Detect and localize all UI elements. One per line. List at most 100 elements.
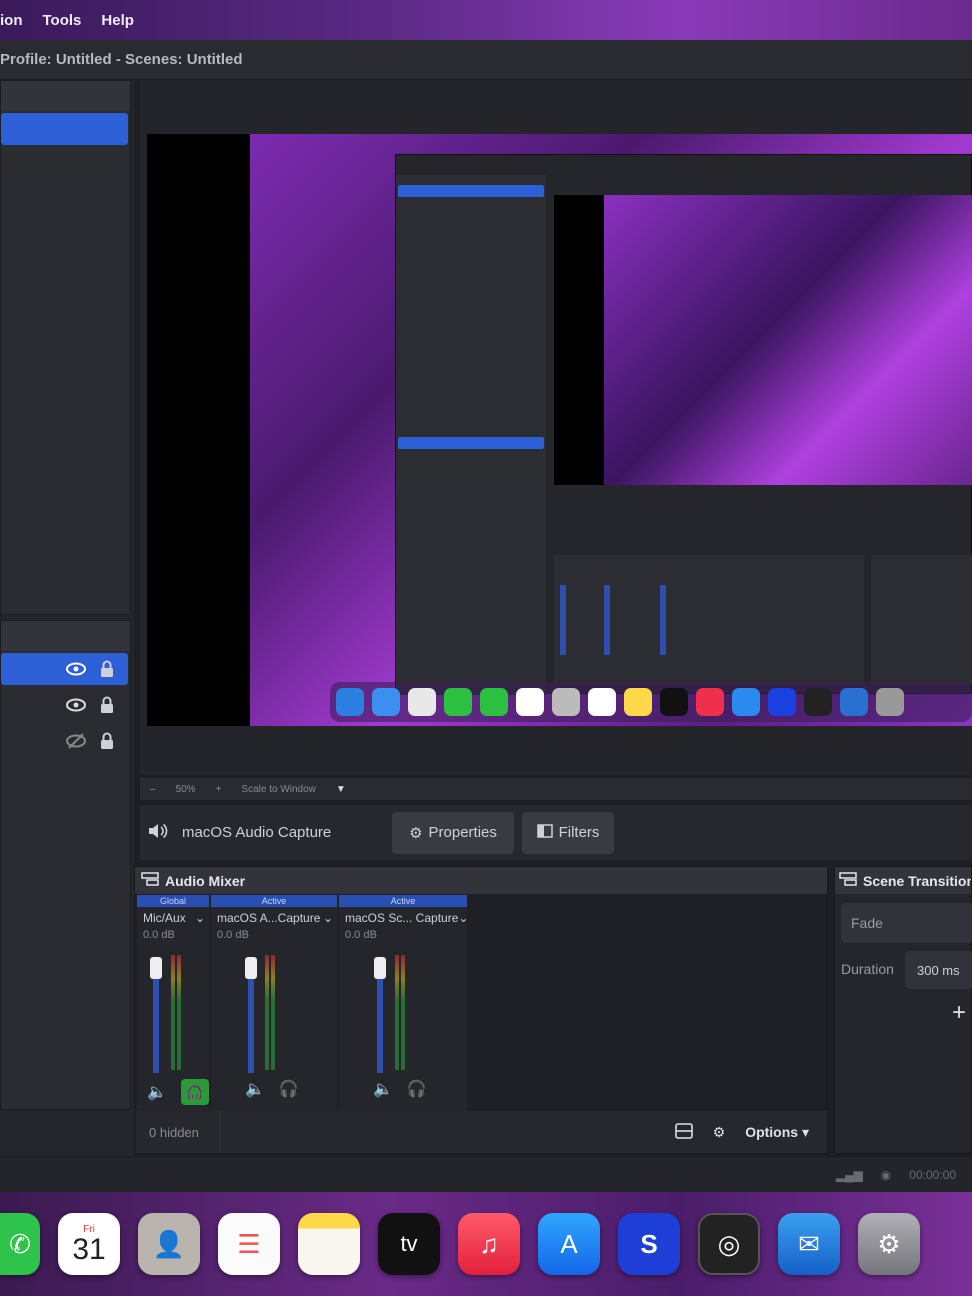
lock-icon[interactable] xyxy=(100,696,114,714)
lock-icon[interactable] xyxy=(100,732,114,750)
eye-icon[interactable] xyxy=(66,662,86,676)
channel-db: 0.0 dB xyxy=(217,929,249,941)
speaker-icon xyxy=(148,823,168,843)
channel-name[interactable]: Mic/Aux ⌄ xyxy=(137,907,209,925)
menu-item-partial[interactable]: ion xyxy=(0,12,23,29)
menu-item-help[interactable]: Help xyxy=(101,12,134,29)
settings-icon[interactable]: ⚙ xyxy=(858,1213,920,1275)
layout-toggle-icon[interactable] xyxy=(674,1122,693,1142)
macos-dock: ✆ Fri 31 👤 ☰ tv ♫ A S ◎ ✉ ⚙ xyxy=(0,1192,972,1296)
source-row[interactable] xyxy=(1,725,128,757)
gear-icon: ⚙ xyxy=(409,824,423,842)
chevron-down-icon[interactable]: ⌄ xyxy=(323,911,333,925)
volume-meter xyxy=(401,955,405,1070)
eye-hidden-icon[interactable] xyxy=(66,733,86,749)
mixer-dock-icon xyxy=(141,872,159,889)
chevron-down-icon[interactable]: ⌄ xyxy=(458,911,468,925)
channel-name[interactable]: macOS A...Capture ⌄ xyxy=(211,907,337,925)
add-transition-button[interactable]: + xyxy=(945,999,972,1027)
preview-screen-capture[interactable] xyxy=(250,134,972,726)
transition-select[interactable]: Fade xyxy=(841,903,972,943)
window-title: Profile: Untitled - Scenes: Untitled xyxy=(0,51,243,68)
notes-icon[interactable] xyxy=(298,1213,360,1275)
channel-status: Active xyxy=(211,895,337,907)
chevron-down-icon[interactable]: ⌄ xyxy=(195,911,205,925)
appstore-icon[interactable]: A xyxy=(538,1213,600,1275)
context-source-name: macOS Audio Capture xyxy=(182,824,332,841)
zoom-in-button[interactable]: + xyxy=(216,784,222,795)
audio-mixer-header: Audio Mixer xyxy=(135,867,827,894)
channel-status: Global xyxy=(137,895,209,907)
status-time: 00:00:00 xyxy=(909,1167,956,1182)
nested-scene-transitions xyxy=(871,555,972,685)
source-row-selected[interactable] xyxy=(1,653,128,685)
headphones-off-icon[interactable]: 🎧 xyxy=(407,1079,427,1099)
phone-icon[interactable]: ✆ xyxy=(0,1213,40,1275)
nested-obs-window xyxy=(395,154,972,695)
nested-scenes-sources xyxy=(396,175,546,695)
options-button[interactable]: Options ▾ xyxy=(745,1124,809,1141)
lock-icon[interactable] xyxy=(100,660,114,678)
filters-icon xyxy=(536,823,553,842)
scene-transitions-title: Scene Transition xyxy=(863,872,971,889)
calendar-icon[interactable]: Fri 31 xyxy=(58,1213,120,1275)
channel-db: 0.0 dB xyxy=(345,929,377,941)
advanced-audio-icon[interactable]: ⚙ xyxy=(713,1124,726,1141)
volume-meter xyxy=(395,955,399,1070)
scene-transitions-panel: Scene Transition Fade Duration 300 ms + xyxy=(834,866,972,1154)
scene-item-selected[interactable] xyxy=(1,113,128,145)
source-row[interactable] xyxy=(1,689,128,721)
reminders-icon[interactable]: ☰ xyxy=(218,1213,280,1275)
filters-label: Filters xyxy=(558,824,600,841)
volume-fader-handle[interactable] xyxy=(150,957,162,979)
channel-db: 0.0 dB xyxy=(143,929,175,941)
audio-mixer-panel: Audio Mixer Global Mic/Aux ⌄ 0.0 dB Activ… xyxy=(134,866,828,1154)
duration-input[interactable]: 300 ms xyxy=(905,951,972,989)
recording-icon: ◉ xyxy=(880,1167,892,1182)
filters-button[interactable]: Filters xyxy=(522,811,614,854)
properties-label: Properties xyxy=(428,824,497,841)
outlook-icon[interactable]: ✉ xyxy=(778,1213,840,1275)
menu-item-tools[interactable]: Tools xyxy=(43,12,82,29)
volume-meter xyxy=(271,955,275,1070)
contacts-icon[interactable]: 👤 xyxy=(138,1213,200,1275)
speaker-icon[interactable]: 🔈 xyxy=(245,1079,265,1099)
appletv-icon[interactable]: tv xyxy=(378,1213,440,1275)
sources-panel xyxy=(0,620,131,1110)
speaker-icon[interactable]: 🔈 xyxy=(373,1079,393,1099)
nested-preview xyxy=(554,195,972,485)
obs-icon[interactable]: ◎ xyxy=(698,1213,760,1275)
source-context-bar: macOS Audio Capture ⚙ Properties Filters xyxy=(140,805,972,860)
speaker-icon[interactable]: 🔈 xyxy=(147,1082,167,1102)
signal-icon: ▂▄▆ xyxy=(835,1167,863,1182)
channel-status: Active xyxy=(339,895,467,907)
preview-zoom-bar: – 50% + Scale to Window ▼ xyxy=(140,778,972,800)
chevron-down-icon[interactable]: ▼ xyxy=(336,784,346,795)
window-title-bar: Profile: Untitled - Scenes: Untitled xyxy=(0,40,972,80)
headphones-icon[interactable]: 🎧 xyxy=(180,1079,209,1105)
audio-mixer-title: Audio Mixer xyxy=(165,872,246,889)
channel-name[interactable]: macOS Sc... Capture ⌄ xyxy=(339,907,468,925)
music-icon[interactable]: ♫ xyxy=(458,1213,520,1275)
zoom-value: 50% xyxy=(175,783,196,795)
hidden-count: 0 hidden xyxy=(135,1111,221,1153)
sources-panel-header xyxy=(1,621,130,651)
channel-controls: 🔈 🎧 xyxy=(147,1079,209,1105)
nested-dock xyxy=(330,682,972,722)
channel-controls: 🔈 🎧 xyxy=(373,1079,427,1099)
properties-button[interactable]: ⚙ Properties xyxy=(392,811,514,854)
volume-meter xyxy=(177,955,181,1070)
channel-controls: 🔈 🎧 xyxy=(245,1079,299,1099)
scenes-panel-header xyxy=(1,81,130,111)
headphones-off-icon[interactable]: 🎧 xyxy=(279,1079,299,1099)
zoom-mode[interactable]: Scale to Window xyxy=(241,784,315,795)
volume-fader-handle[interactable] xyxy=(374,957,386,979)
zoom-out-button[interactable]: – xyxy=(150,784,156,795)
eye-icon[interactable] xyxy=(66,698,86,712)
volume-fader-handle[interactable] xyxy=(245,957,257,979)
scene-transitions-header: Scene Transition xyxy=(835,867,971,894)
scenes-panel xyxy=(0,80,131,615)
shazam-icon[interactable]: S xyxy=(618,1213,680,1275)
context-source: macOS Audio Capture xyxy=(148,823,384,843)
transitions-dock-icon xyxy=(839,872,857,889)
